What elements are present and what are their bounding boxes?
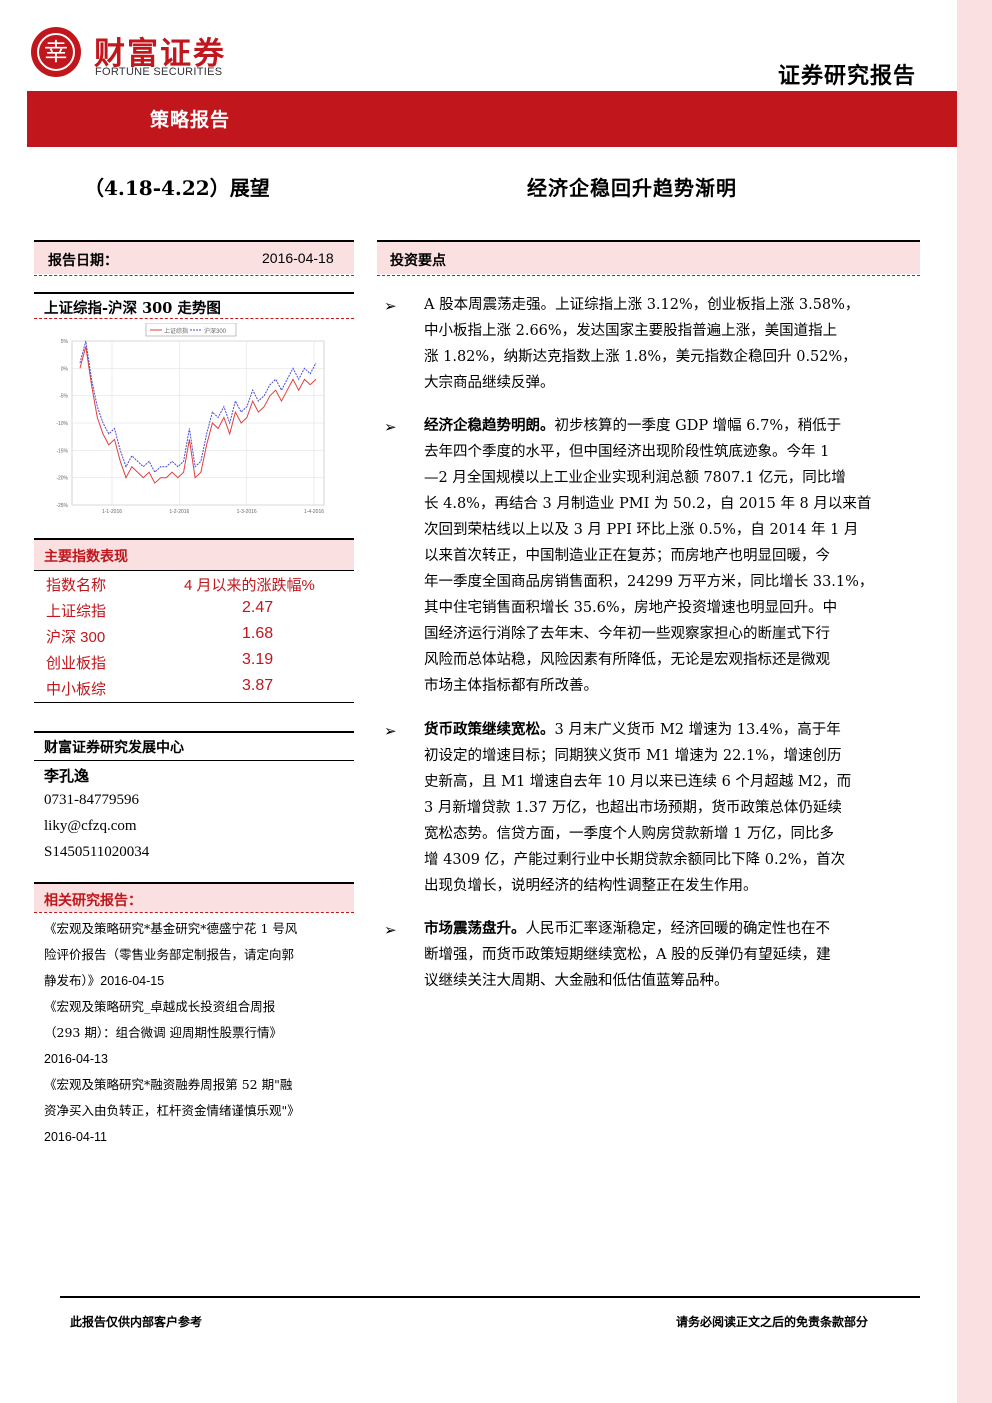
- related-reports-title: 相关研究报告：: [44, 893, 142, 909]
- related-line[interactable]: 2016-04-11: [44, 1124, 354, 1150]
- key-point-3: 货币政策继续宽松。3 月末广义货币 M2 增速为 13.4%，高于年 初设定的增…: [424, 721, 852, 894]
- bullet-arrow-icon: ➢: [384, 722, 397, 740]
- footer-right-note: 请务必阅读正文之后的免责条款部分: [676, 1315, 869, 1329]
- table-row-name: 沪深 300: [46, 629, 106, 646]
- divider: [34, 912, 354, 913]
- analyst-name: 李孔逸: [44, 767, 90, 785]
- y-tick-label: 0%: [61, 366, 69, 372]
- footer-left-note: 此报告仅供内部客户参考: [70, 1315, 203, 1329]
- related-line[interactable]: 《宏观及策略研究*基金研究*德盛宁花 1 号风: [44, 916, 354, 942]
- x-tick-label: 1-2-2016: [169, 509, 189, 515]
- table-header-name: 指数名称: [46, 577, 107, 594]
- y-tick-label: -20%: [56, 476, 68, 482]
- table-row-value: 1.68: [242, 625, 274, 642]
- key-point-1: A 股本周震荡走强。上证综指上涨 3.12%，创业板指上涨 3.58%， 中小板…: [424, 297, 860, 391]
- table-row-name: 创业板指: [46, 655, 107, 672]
- index-trend-chart: 5% 0% -5% -10% -15% -20% -25% 1-1-2016 1-2-2016…: [40, 323, 348, 525]
- chart-title: 上证综指-沪深 300 走势图: [44, 300, 221, 317]
- table-row-name: 上证综指: [46, 603, 107, 620]
- key-point-2: 经济企稳趋势明朗。初步核算的一季度 GDP 增幅 6.7%，稍低于 去年四个季度…: [424, 417, 874, 694]
- brand-name-en: FORTUNE SECURITIES: [95, 66, 223, 78]
- related-line[interactable]: （293 期）：组合微调 迎周期性股票行情》: [44, 1020, 354, 1046]
- related-line[interactable]: 《宏观及策略研究*融资融券周报第 52 期"融: [44, 1072, 354, 1098]
- analyst-phone: 0731-84779596: [44, 792, 139, 808]
- y-tick-label: -10%: [56, 421, 68, 427]
- related-line[interactable]: 《宏观及策略研究_卓越成长投资组合周报: [44, 994, 354, 1020]
- report-category: 策略报告: [150, 109, 231, 131]
- analyst-cert: S1450511020034: [44, 844, 150, 860]
- chart-legend: 上证综指 沪深300: [145, 323, 237, 337]
- key-point-4: 市场震荡盘升。人民币汇率逐渐稳定，经济回暖的确定性也在不 断增强，而货币政策短期…: [424, 920, 831, 989]
- divider: [34, 570, 354, 571]
- table-header-change: 4 月以来的涨跌幅%: [184, 577, 315, 594]
- company-logo-icon: 幸: [31, 27, 81, 77]
- divider: [34, 702, 354, 703]
- page-title: 经济企稳回升趋势渐明: [527, 176, 737, 200]
- y-tick-label: -15%: [56, 448, 68, 454]
- divider: [34, 731, 354, 733]
- key-point-lead: 市场震荡盘升。: [424, 920, 526, 937]
- section-band: [377, 242, 920, 274]
- report-date-value: 2016-04-18: [262, 250, 334, 266]
- bullet-arrow-icon: ➢: [384, 297, 397, 315]
- bullet-arrow-icon: ➢: [384, 418, 397, 436]
- table-row-value: 2.47: [242, 599, 274, 616]
- related-reports-list: 《宏观及策略研究*基金研究*德盛宁花 1 号风 险评价报告（零售业务部定制报告，…: [44, 916, 354, 1150]
- divider: [34, 292, 354, 294]
- related-line[interactable]: 静发布）》2016-04-15: [44, 968, 354, 994]
- x-tick-label: 1-3-2016: [237, 509, 257, 515]
- divider: [34, 318, 354, 319]
- bullet-arrow-icon: ➢: [384, 921, 397, 939]
- research-center: 财富证券研究发展中心: [44, 740, 184, 756]
- table-row-value: 3.87: [242, 677, 274, 694]
- x-tick-label: 1-4-2016: [304, 509, 324, 515]
- related-line[interactable]: 2016-04-13: [44, 1046, 354, 1072]
- analyst-email[interactable]: liky@cfzq.com: [44, 818, 137, 835]
- legend-series-2: 沪深300: [204, 327, 227, 335]
- divider: [34, 760, 354, 761]
- legend-series-1: 上证综指: [164, 327, 188, 335]
- key-point-lead: 经济企稳趋势明朗。: [424, 417, 555, 434]
- divider: [377, 275, 920, 276]
- related-line[interactable]: 资净买入由负转正，杠杆资金情绪谨慎乐观"》: [44, 1098, 354, 1124]
- footer-divider: [60, 1296, 920, 1298]
- y-tick-label: -5%: [59, 394, 68, 400]
- related-line[interactable]: 险评价报告（零售业务部定制报告，请定向郭: [44, 942, 354, 968]
- divider: [34, 275, 354, 276]
- section-title: 投资要点: [390, 253, 446, 269]
- y-tick-label: 5%: [61, 339, 69, 345]
- report-date-label: 报告日期：: [48, 253, 118, 269]
- y-tick-label: -25%: [56, 503, 68, 509]
- index-table-title: 主要指数表现: [44, 549, 128, 565]
- week-range-title: （4.18-4.22）展望: [84, 176, 270, 200]
- report-type-label: 证券研究报告: [778, 63, 917, 89]
- key-point-lead: 货币政策继续宽松。: [424, 721, 555, 738]
- table-row-value: 3.19: [242, 651, 274, 668]
- page-edge-band: [957, 0, 992, 1403]
- x-tick-label: 1-1-2016: [102, 509, 122, 515]
- table-row-name: 中小板综: [46, 681, 107, 698]
